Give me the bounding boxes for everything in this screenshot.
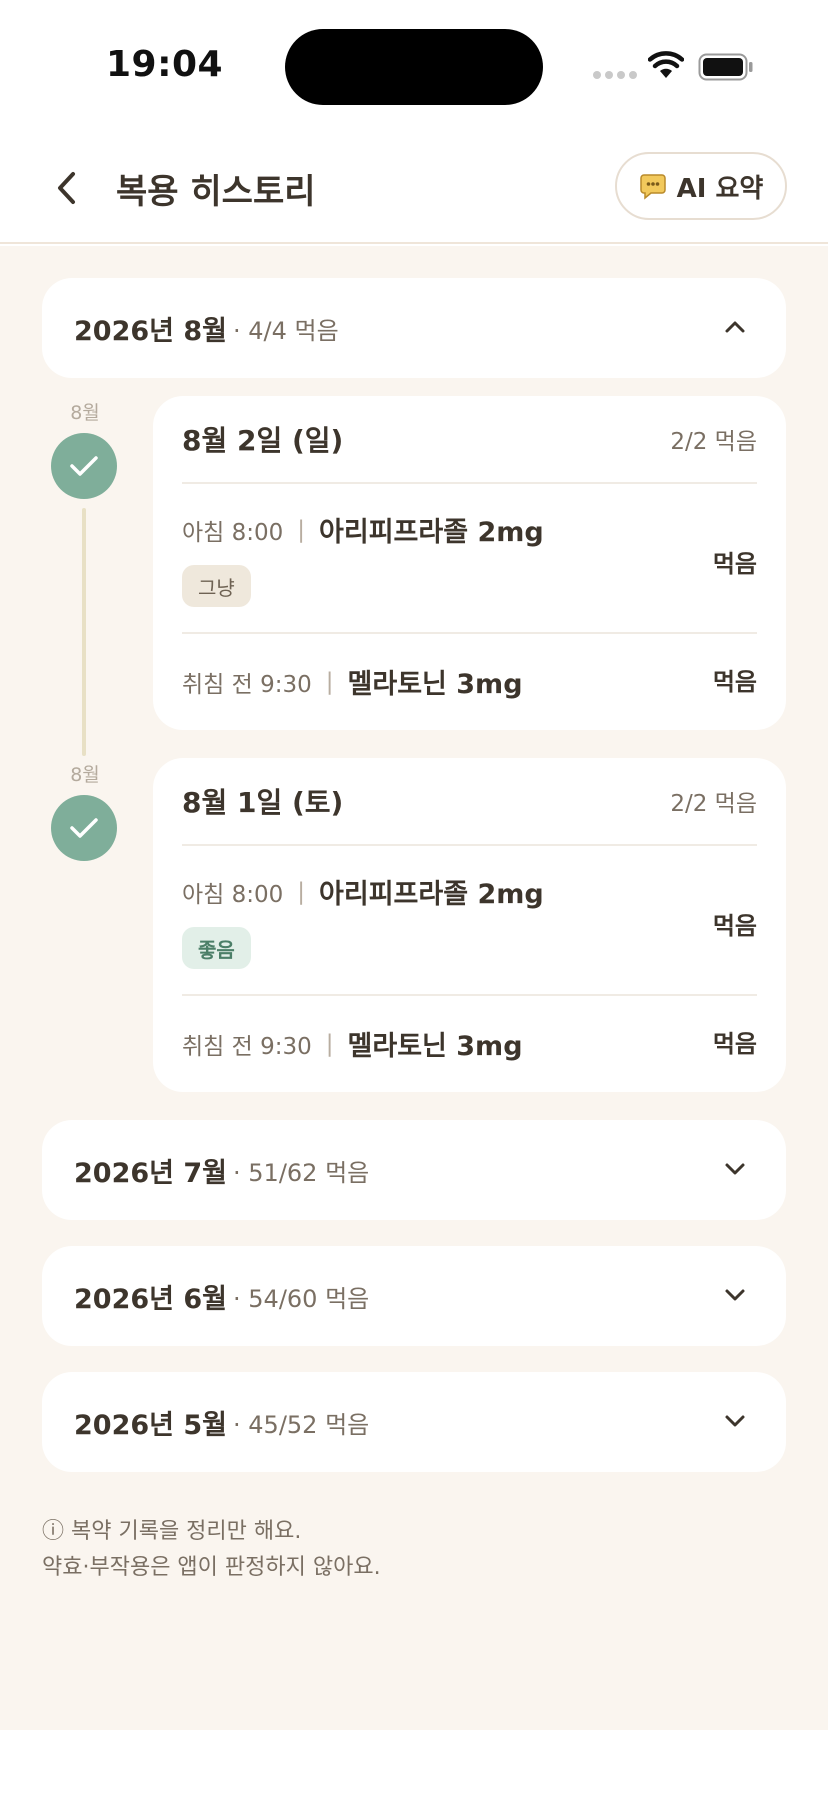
checkmark-icon — [70, 818, 98, 838]
ai-summary-button[interactable]: AI 요약 — [615, 152, 787, 220]
history-list: 2026년 8월 · 4/4 먹음 8월 8월 8월 2일 (일) 2/2 먹음… — [0, 246, 828, 1730]
dose-separator: | — [325, 1030, 334, 1057]
day-count: 2/2 먹음 — [670, 429, 757, 455]
day-title: 8월 1일 (토) — [182, 786, 344, 819]
timeline-label: 8월 — [70, 764, 100, 786]
mood-chip: 그냥 — [182, 565, 251, 607]
top-app-bar: 복용 히스토리 AI 요약 — [0, 130, 828, 244]
month-title: 2026년 6월 — [74, 1283, 228, 1315]
page-title: 복용 히스토리 — [116, 172, 316, 212]
dose-time: 취침 전 9:30 — [182, 671, 312, 698]
month-title: 2026년 7월 — [74, 1157, 228, 1189]
dose-row[interactable]: 취침 전 9:30 | 멜라토닌 3mg 먹음 — [182, 662, 757, 702]
medication-name: 아리피프라졸 2mg — [319, 879, 544, 910]
month-summary: · 45/52 먹음 — [233, 1410, 370, 1439]
cellular-signal-icon — [593, 71, 637, 79]
dose-separator: | — [325, 668, 334, 695]
day-header: 8월 2일 (일) 2/2 먹음 — [182, 396, 757, 484]
chat-bubble-icon — [639, 174, 666, 200]
bottom-safe-area — [0, 1730, 828, 1800]
dose-separator: | — [297, 516, 306, 543]
status-bar: 19:04 — [0, 0, 828, 130]
dose-separator: | — [297, 878, 306, 905]
wifi-icon — [648, 51, 684, 78]
dose-row[interactable]: 아침 8:00 | 아리피프라졸 2mg 좋음 먹음 — [182, 872, 757, 976]
dose-row[interactable]: 취침 전 9:30 | 멜라토닌 3mg 먹음 — [182, 1024, 757, 1064]
dose-status: 먹음 — [712, 1030, 757, 1058]
dose-time: 취침 전 9:30 — [182, 1033, 312, 1060]
medication-name: 멜라토닌 3mg — [347, 669, 523, 700]
disclaimer-note: ⓘ 복약 기록을 정리만 해요. 약효·부작용은 앱이 판정하지 않아요. — [42, 1514, 381, 1586]
chevron-up-icon — [725, 321, 745, 333]
back-button[interactable] — [50, 168, 84, 208]
month-summary: · 51/62 먹음 — [233, 1158, 370, 1187]
day-count: 2/2 먹음 — [670, 791, 757, 817]
month-header-2026-05[interactable]: 2026년 5월 · 45/52 먹음 — [42, 1372, 786, 1472]
dose-time: 아침 8:00 — [182, 519, 284, 546]
status-time: 19:04 — [106, 44, 224, 85]
timeline-check — [51, 795, 117, 861]
dynamic-island — [285, 29, 543, 105]
day-header: 8월 1일 (토) 2/2 먹음 — [182, 758, 757, 846]
medication-name: 아리피프라졸 2mg — [319, 517, 544, 548]
timeline-check — [51, 433, 117, 499]
dose-status: 먹음 — [712, 912, 757, 940]
battery-icon — [698, 53, 753, 81]
timeline-connector — [82, 508, 86, 756]
divider — [182, 994, 757, 996]
day-card-2026-08-01: 8월 1일 (토) 2/2 먹음 아침 8:00 | 아리피프라졸 2mg 좋음… — [153, 758, 786, 1092]
chevron-down-icon — [725, 1289, 745, 1301]
chevron-down-icon — [725, 1163, 745, 1175]
divider — [182, 632, 757, 634]
dose-status: 먹음 — [712, 550, 757, 578]
month-header-2026-08[interactable]: 2026년 8월 · 4/4 먹음 — [42, 278, 786, 378]
month-title: 2026년 5월 — [74, 1409, 228, 1441]
month-title: 2026년 8월 — [74, 315, 228, 347]
month-summary: · 54/60 먹음 — [233, 1284, 370, 1313]
disclaimer-line-2: 약효·부작용은 앱이 판정하지 않아요. — [42, 1555, 381, 1580]
checkmark-icon — [70, 456, 98, 476]
month-header-2026-07[interactable]: 2026년 7월 · 51/62 먹음 — [42, 1120, 786, 1220]
mood-chip: 좋음 — [182, 927, 251, 969]
ai-summary-label: AI 요약 — [676, 173, 764, 204]
medication-name: 멜라토닌 3mg — [347, 1031, 523, 1062]
dose-status: 먹음 — [712, 668, 757, 696]
disclaimer-line-1: ⓘ 복약 기록을 정리만 해요. — [42, 1519, 302, 1544]
chevron-left-icon — [58, 172, 75, 204]
day-title: 8월 2일 (일) — [182, 424, 344, 457]
month-header-2026-06[interactable]: 2026년 6월 · 54/60 먹음 — [42, 1246, 786, 1346]
timeline-label: 8월 — [70, 402, 100, 424]
day-card-2026-08-02: 8월 2일 (일) 2/2 먹음 아침 8:00 | 아리피프라졸 2mg 그냥… — [153, 396, 786, 730]
dose-row[interactable]: 아침 8:00 | 아리피프라졸 2mg 그냥 먹음 — [182, 510, 757, 614]
dose-time: 아침 8:00 — [182, 881, 284, 908]
month-summary: · 4/4 먹음 — [233, 316, 339, 345]
chevron-down-icon — [725, 1415, 745, 1427]
